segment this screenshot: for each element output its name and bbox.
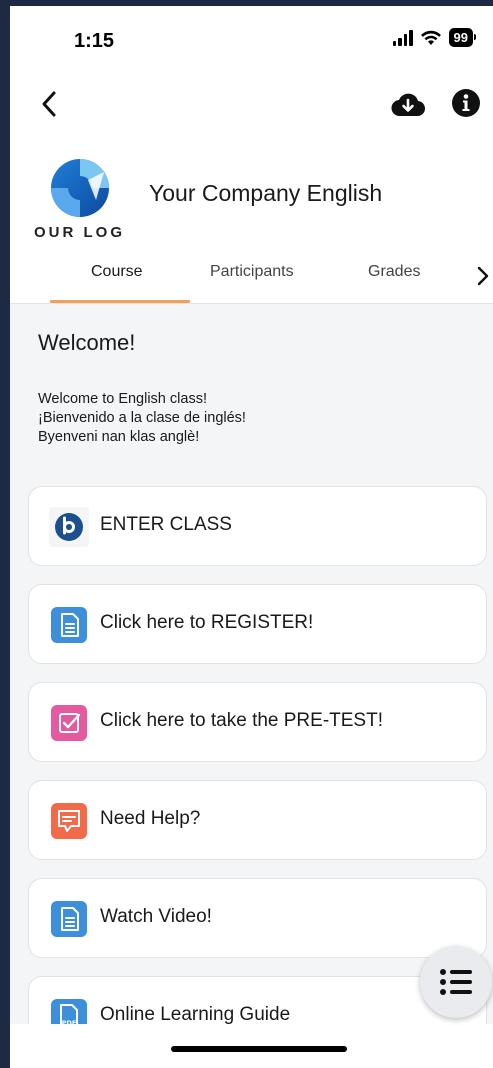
activity-label: ENTER CLASS <box>100 514 232 535</box>
activity-register[interactable]: Click here to REGISTER! <box>28 584 487 664</box>
activity-label: Click here to REGISTER! <box>100 612 314 633</box>
document-icon <box>49 899 89 939</box>
info-button[interactable] <box>448 85 484 121</box>
activity-pre-test[interactable]: Click here to take the PRE-TEST! <box>28 682 487 762</box>
welcome-message: Welcome to English class! ¡Bienvenido a … <box>38 390 246 447</box>
top-bar <box>10 81 493 131</box>
bigbluebutton-icon <box>49 507 89 547</box>
back-button[interactable] <box>34 86 64 122</box>
activity-label: Click here to take the PRE-TEST! <box>100 710 383 731</box>
home-indicator[interactable] <box>171 1046 347 1052</box>
cloud-download-icon <box>391 93 425 117</box>
course-header: OUR LOG Your Company English <box>10 146 493 241</box>
document-icon <box>49 605 89 645</box>
logo-mark-icon <box>51 159 109 217</box>
activity-label: Need Help? <box>100 808 201 829</box>
battery-icon: 99 <box>448 28 477 47</box>
status-time: 1:15 <box>74 30 115 52</box>
course-tabs: Course Participants Grades <box>10 251 493 304</box>
logo-text: OUR LOG <box>34 224 125 241</box>
info-icon <box>452 89 480 117</box>
activity-online-learning-guide[interactable]: PDF Online Learning Guide <box>28 976 487 1024</box>
chat-icon <box>49 801 89 841</box>
course-title: Your Company English <box>149 180 383 206</box>
company-logo: OUR LOG <box>30 154 150 241</box>
activity-label: Watch Video! <box>100 906 212 927</box>
tabs-next-button[interactable] <box>476 265 493 289</box>
list-icon <box>440 969 472 995</box>
tab-grades[interactable]: Grades <box>368 263 420 281</box>
activity-label: Online Learning Guide <box>100 1004 291 1024</box>
tab-participants[interactable]: Participants <box>210 263 294 281</box>
activity-watch-video[interactable]: Watch Video! <box>28 878 487 958</box>
chevron-left-icon <box>42 91 56 117</box>
activity-need-help[interactable]: Need Help? <box>28 780 487 860</box>
course-index-button[interactable] <box>420 946 492 1018</box>
welcome-line: Welcome to English class! <box>38 391 207 407</box>
download-button[interactable] <box>390 87 426 123</box>
active-tab-indicator <box>50 300 190 303</box>
signal-icon <box>392 29 413 46</box>
activity-enter-class[interactable]: ENTER CLASS <box>28 486 487 566</box>
checkbox-icon <box>49 703 89 743</box>
welcome-line: ¡Bienvenido a la clase de inglés! <box>38 410 246 426</box>
status-bar: 1:15 99 <box>10 6 493 66</box>
pdf-icon: PDF <box>49 997 89 1024</box>
tab-course[interactable]: Course <box>91 263 143 281</box>
status-icons: 99 <box>392 28 477 47</box>
welcome-line: Byenveni nan klas anglè! <box>38 429 200 445</box>
chevron-right-icon <box>477 266 489 286</box>
wifi-icon <box>420 30 441 45</box>
course-content: Welcome! Welcome to English class! ¡Bien… <box>10 304 493 1024</box>
app-screen: 1:15 99 OUR LOG Your Company English Cou… <box>10 6 493 1068</box>
section-title: Welcome! <box>38 330 136 355</box>
